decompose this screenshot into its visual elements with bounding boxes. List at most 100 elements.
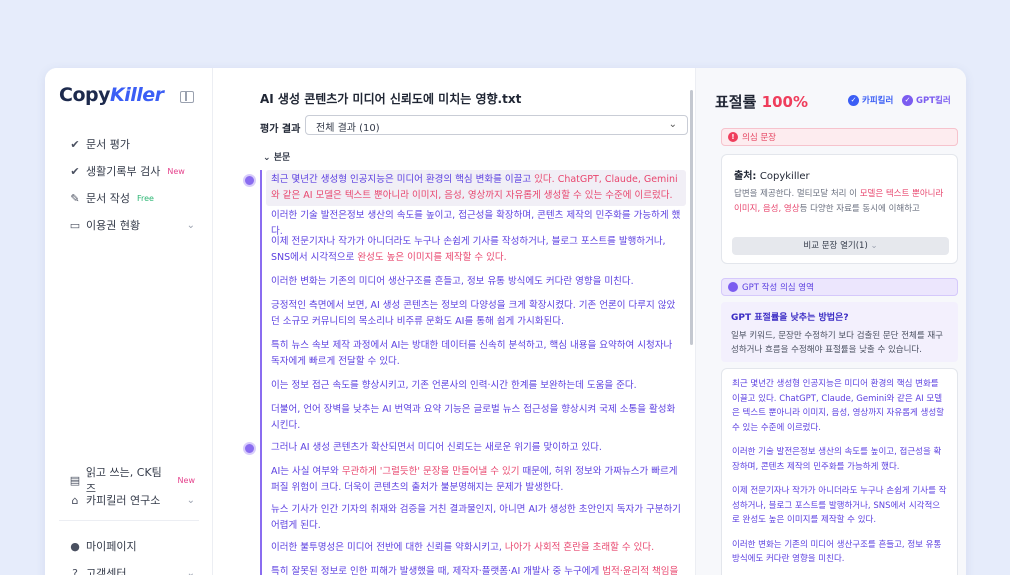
free-badge: Free [136,193,154,203]
document-panel: AI 생성 콘텐츠가 미디어 신뢰도에 미치는 영향.txt 평가 결과 전체 … [213,68,695,575]
gptkiller-tag-label: GPT킬러 [916,96,951,106]
eval-select-value: 전체 결과 (10) [316,123,380,134]
plagiarism-score: 표절률 100% [715,91,808,112]
document-paragraph[interactable]: 이제 전문기자나 작가가 아니더라도 누구나 손쉽게 기사를 작성하거나, 블로… [266,232,686,268]
gpt-marker-icon[interactable] [243,174,256,187]
text-segment: 더불어, 언어 장벽을 낮추는 AI 번역과 요약 기능은 글로벌 뉴스 접근성… [271,404,676,431]
chevron-down-icon: ⌄ [186,494,195,506]
eval-result-label: 평가 결과 [260,124,301,135]
text-segment: 이러한 변화는 기존의 미디어 생산구조를 흔들고, 정보 유통 방식에도 커다… [271,276,634,287]
eval-result-select[interactable]: 전체 결과 (10) ⌄ [305,115,688,135]
nav-copykiller-institute[interactable]: ⌂ 카피킬러 연구소 ⌄ [69,492,196,508]
institute-icon: ⌂ [71,493,79,507]
user-icon: ● [70,539,80,553]
gpt-suspect-paragraph: 이제 전문기자나 작가가 아니더라도 누구나 손쉽게 기사를 작성하거나, 블로… [732,486,947,525]
suspect-sentence-header[interactable]: ! 의심 문장 [721,128,958,146]
copykiller-icon: ✓ [848,94,859,106]
document-paragraph[interactable]: 특히 잘못된 정보로 인한 피해가 발생했을 때, 제작자·플랫폼·AI 개발사… [266,562,686,575]
gptkiller-icon: ✓ [902,94,913,106]
text-segment: 특히 뉴스 속보 제작 과정에서 AI는 방대한 데이터를 신속히 분석하고, … [271,340,673,367]
text-segment: 그러나 AI 생성 콘텐츠가 확산되면서 미디어 신뢰도는 새로운 위기를 맞이… [271,442,602,453]
document-scrollbar[interactable] [690,90,693,345]
text-segment: AI는 사실 여부와 [271,466,342,477]
compare-sentence-button[interactable]: 비교 문장 열기(1) ⌄ [732,237,949,255]
document-paragraph[interactable]: 이러한 변화는 기존의 미디어 생산구조를 흔들고, 정보 유통 방식에도 커다… [266,272,686,292]
nav-document-writing[interactable]: ✎ 문서 작성 Free [69,190,195,206]
new-badge: New [167,166,185,176]
nav-label: 문서 평가 [86,138,130,151]
document-paragraph[interactable]: 그러나 AI 생성 콘텐츠가 확산되면서 미디어 신뢰도는 새로운 위기를 맞이… [266,438,686,458]
alert-icon: ! [728,132,738,142]
score-label: 표절률 [715,93,757,111]
document-paragraph[interactable]: 이는 정보 접근 속도를 향상시키고, 기존 언론사의 인력·시간 한계를 보완… [266,376,686,396]
body-label: 본문 [273,153,291,163]
nav-label: 문서 작성 [86,192,130,205]
text-segment: 등 다양한 자료를 동시에 이해하고 [799,204,920,214]
gpt-tip-box: GPT 표절률을 낮추는 방법은? 일부 키워드, 문장만 수정하기 보다 검출… [721,302,958,362]
source-title: 출처: Copykiller [734,167,810,182]
group-bar [260,438,262,575]
sidebar-collapse-icon[interactable] [180,91,194,103]
source-name: Copykiller [759,171,810,182]
pen-icon: ✎ [70,191,80,205]
matched-text: 나아가 사회적 혼란을 초래할 수 있다. [504,542,655,553]
nav-label: 생활기록부 검사 [86,165,161,178]
chevron-down-icon: ⌄ [186,219,195,231]
text-segment: 최근 몇년간 생성형 인공지능은 미디어 환경의 핵심 변화를 이끌고 [271,174,535,185]
nav-subscription-status[interactable]: ▭ 이용권 현황 ⌄ [69,217,195,233]
document-paragraph[interactable]: 뉴스 기사가 인간 기자의 취재와 검증을 거친 결과물인지, 아니면 AI가 … [266,500,686,536]
text-segment: 이러한 불투명성은 미디어 전반에 대한 신뢰를 약화시키고, [271,542,505,553]
source-label: 출처: [734,171,757,182]
gpt-suspect-paragraph: 이러한 기술 발전은정보 생산의 속도를 높이고, 접근성을 확장하며, 콘텐츠… [732,447,942,472]
matched-text: 완성도 높은 이미지를 제작할 수 있다. [357,252,507,263]
gpt-section-label: GPT 작성 의심 영역 [742,283,814,293]
sidebar-divider [59,520,199,521]
logo-main: Copy [59,84,110,106]
chevron-down-icon: ⌄ [668,119,677,130]
body-section-toggle[interactable]: ⌄ 본문 [263,150,290,163]
nav-label: 고객센터 [86,567,127,575]
document-paragraph[interactable]: AI는 사실 여부와 무관하게 '그럴듯한' 문장을 만들어낼 수 있기 때문에… [266,462,686,498]
gpt-suspect-group: 그러나 AI 생성 콘텐츠가 확산되면서 미디어 신뢰도는 새로운 위기를 맞이… [243,438,689,575]
logo-accent: Killer [109,84,164,106]
nav-label: 이용권 현황 [86,219,141,232]
gpt-suspect-header[interactable]: GPT 작성 의심 영역 [721,278,958,296]
text-segment: 이는 정보 접근 속도를 향상시키고, 기존 언론사의 인력·시간 한계를 보완… [271,380,637,391]
book-icon: ▤ [69,473,81,487]
gpt-suspect-paragraph: 최근 몇년간 생성형 인공지능은 미디어 환경의 핵심 변화를 이끌고 있다. … [732,379,944,433]
gpt-marker-icon[interactable] [243,442,256,455]
check-icon: ✔ [70,164,80,178]
document-paragraph[interactable]: 이러한 불투명성은 미디어 전반에 대한 신뢰를 약화시키고, 나아가 사회적 … [266,538,686,558]
text-segment: 뉴스 기사가 인간 기자의 취재와 검증을 거친 결과물인지, 아니면 AI가 … [271,504,681,531]
compare-button-label: 비교 문장 열기(1) [803,241,868,251]
source-text: 답변을 제공한다. 멀티모달 처리 이 모델은 텍스트 뿐아니라 이미지, 음성… [734,187,949,217]
document-paragraph[interactable]: 긍정적인 측면에서 보면, AI 생성 콘텐츠는 정보의 다양성을 크게 확장시… [266,296,686,332]
gptkiller-tag[interactable]: ✓ GPT킬러 [902,94,951,106]
copykiller-tag[interactable]: ✓ 카피킬러 [848,94,893,106]
nav-customer-center[interactable]: ? 고객센터 ⌄ [69,565,195,575]
gpt-suspect-paragraph: 이러한 변화는 기존의 미디어 생산구조를 흔들고, 정보 유통 방식에도 커다… [732,539,942,565]
check-icon: ✔ [70,137,80,151]
copykiller-tag-label: 카피킬러 [862,96,894,106]
help-icon: ? [72,566,78,575]
nav-label: 마이페이지 [86,540,137,553]
gpt-icon [728,282,738,292]
nav-my-page[interactable]: ● 마이페이지 [69,538,195,554]
matched-text: 무관하게 '그럴듯한' 문장을 만들어낼 수 있기 [341,466,520,477]
nav-label: 카피킬러 연구소 [86,494,161,507]
tip-question: GPT 표절률을 낮추는 방법은? [731,313,849,323]
app-window: CopyKiller ✔ 문서 평가 ✔ 생활기록부 검사 New ✎ 문서 작… [45,68,966,575]
nav-document-evaluation[interactable]: ✔ 문서 평가 [69,136,195,152]
chevron-down-icon: ⌄ [870,241,878,251]
document-paragraph[interactable]: 특히 뉴스 속보 제작 과정에서 AI는 방대한 데이터를 신속히 분석하고, … [266,336,686,372]
sidebar: CopyKiller ✔ 문서 평가 ✔ 생활기록부 검사 New ✎ 문서 작… [45,68,213,575]
text-segment: 긍정적인 측면에서 보면, AI 생성 콘텐츠는 정보의 다양성을 크게 확장시… [271,300,676,327]
score-value: 100% [761,93,808,111]
tip-answer: 일부 키워드, 문장만 수정하기 보다 검출된 문단 전체를 재구성하거나 흐름… [731,331,943,355]
nav-school-record-check[interactable]: ✔ 생활기록부 검사 New [69,163,195,179]
document-paragraph[interactable]: 더불어, 언어 장벽을 낮추는 AI 번역과 요약 기능은 글로벌 뉴스 접근성… [266,400,686,436]
suspect-label: 의심 문장 [742,133,776,143]
document-paragraph[interactable]: 최근 몇년간 생성형 인공지능은 미디어 환경의 핵심 변화를 이끌고 있다. … [266,170,686,206]
copykiller-logo[interactable]: CopyKiller [59,84,164,106]
group-bar [260,170,262,438]
